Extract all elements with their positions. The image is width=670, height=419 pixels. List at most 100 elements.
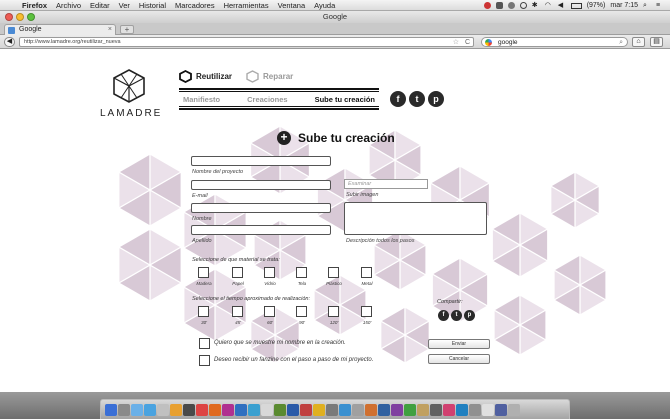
dock-app-icon[interactable] (209, 403, 221, 416)
reload-icon[interactable]: C (465, 38, 470, 47)
dock-app-icon[interactable] (417, 403, 429, 416)
surname-field[interactable] (191, 225, 331, 235)
back-button[interactable]: ◀ (4, 37, 15, 47)
list-icon[interactable]: ≡ (656, 2, 664, 9)
dock-app-icon[interactable] (157, 403, 169, 416)
twitter-icon[interactable]: t (409, 91, 425, 107)
time-checkbox-45[interactable] (232, 306, 243, 317)
mode-reparar[interactable]: Reparar (246, 70, 293, 83)
close-tab-icon[interactable]: × (108, 25, 112, 35)
material-checkbox-papel[interactable] (232, 267, 243, 278)
dock-app-icon[interactable] (443, 403, 455, 416)
menu-marcadores[interactable]: Marcadores (175, 1, 215, 10)
menu-archivo[interactable]: Archivo (56, 1, 81, 10)
nav-sube-tu-creacion[interactable]: Sube tu creación (315, 95, 375, 104)
dock-app-icon[interactable] (261, 403, 273, 416)
bluetooth-icon[interactable]: ✱ (532, 2, 540, 9)
project-name-field[interactable] (191, 156, 331, 166)
lamadre-logo[interactable]: LAMADRE (100, 68, 160, 119)
menu-editar[interactable]: Editar (90, 1, 110, 10)
nav-creaciones[interactable]: Creaciones (247, 95, 287, 104)
dock-app-icon[interactable] (248, 403, 260, 416)
show-name-checkbox[interactable] (199, 338, 210, 349)
dock-app-icon[interactable] (118, 403, 130, 416)
dock-app-icon[interactable] (482, 403, 494, 416)
material-checkbox-madera[interactable] (198, 267, 209, 278)
dock-app-icon[interactable] (287, 403, 299, 416)
status-app-icon[interactable] (495, 2, 503, 9)
menu-clock[interactable]: mar 7:15 (610, 2, 638, 9)
minimize-window-icon[interactable] (16, 13, 24, 21)
time-checkbox-120[interactable] (328, 306, 339, 317)
dock-app-icon[interactable] (235, 403, 247, 416)
menu-herramientas[interactable]: Herramientas (224, 1, 269, 10)
menu-ventana[interactable]: Ventana (278, 1, 306, 10)
mode-reutilizar[interactable]: Reutilizar (179, 70, 232, 83)
share-pinterest-icon[interactable]: p (464, 310, 475, 321)
dock-app-icon[interactable] (352, 403, 364, 416)
dock-app-icon[interactable] (326, 403, 338, 416)
dock-app-icon[interactable] (183, 403, 195, 416)
volume-icon[interactable]: ◀ (558, 2, 566, 9)
dock-app-icon[interactable] (274, 403, 286, 416)
examinar-input[interactable]: Examinar (344, 179, 428, 189)
dock-app-icon[interactable] (456, 403, 468, 416)
dock-app-icon[interactable] (378, 403, 390, 416)
search-icon[interactable]: ⌕ (619, 38, 623, 47)
dock-app-icon[interactable] (365, 403, 377, 416)
nav-manifiesto[interactable]: Manifiesto (183, 95, 220, 104)
status-app-icon[interactable] (507, 2, 515, 9)
time-checkbox-150[interactable] (361, 306, 372, 317)
dock-app-icon[interactable] (339, 403, 351, 416)
dock-app-icon[interactable] (391, 403, 403, 416)
facebook-icon[interactable]: f (390, 91, 406, 107)
dock-app-icon[interactable] (430, 403, 442, 416)
menu-app-firefox[interactable]: Firefox (22, 1, 47, 10)
send-button[interactable]: Enviar (428, 339, 490, 349)
share-facebook-icon[interactable]: f (438, 310, 449, 321)
dock-app-icon[interactable] (131, 403, 143, 416)
clock-icon[interactable] (519, 2, 527, 9)
dock-app-icon[interactable] (313, 403, 325, 416)
bookmarks-menu-button[interactable]: ▤ (650, 37, 663, 47)
email-field[interactable] (191, 180, 331, 190)
dock-app-icon[interactable] (170, 403, 182, 416)
material-checkbox-vidrio[interactable] (264, 267, 275, 278)
new-tab-button[interactable]: + (120, 25, 134, 34)
dock-app-icon[interactable] (222, 403, 234, 416)
bookmark-star-icon[interactable]: ☆ (453, 38, 459, 47)
wifi-icon[interactable]: ◠ (545, 2, 553, 9)
name-field[interactable] (191, 203, 331, 213)
fanzine-checkbox[interactable] (199, 355, 210, 366)
menu-historial[interactable]: Historial (139, 1, 166, 10)
share-twitter-icon[interactable]: t (451, 310, 462, 321)
url-bar[interactable]: http://www.lamadre.org/reutilizar_nueva … (19, 37, 474, 47)
home-button[interactable]: ⌂ (632, 37, 645, 47)
dock-app-icon[interactable] (105, 403, 117, 416)
spotlight-search-icon[interactable]: ⌕ (643, 2, 651, 9)
material-checkbox-plastico[interactable] (328, 267, 339, 278)
time-checkbox-90[interactable] (296, 306, 307, 317)
pinterest-icon[interactable]: p (428, 91, 444, 107)
dock-app-icon[interactable] (469, 403, 481, 416)
close-window-icon[interactable] (5, 13, 13, 21)
dock-app-icon[interactable] (196, 403, 208, 416)
menu-ver[interactable]: Ver (119, 1, 130, 10)
menu-ayuda[interactable]: Ayuda (314, 1, 335, 10)
time-checkbox-60[interactable] (264, 306, 275, 317)
tab-google[interactable]: Google × (4, 24, 116, 35)
battery-icon[interactable] (570, 2, 582, 9)
zoom-window-icon[interactable] (27, 13, 35, 21)
material-checkbox-metal[interactable] (361, 267, 372, 278)
description-textarea[interactable] (344, 202, 487, 235)
material-checkbox-tela[interactable] (296, 267, 307, 278)
cancel-button[interactable]: Cancelar (428, 354, 490, 364)
status-app-icon[interactable] (483, 2, 491, 9)
dock-app-icon[interactable] (300, 403, 312, 416)
dock-app-icon[interactable] (404, 403, 416, 416)
time-checkbox-30[interactable] (198, 306, 209, 317)
dock-app-icon[interactable] (144, 403, 156, 416)
dock-app-icon[interactable] (508, 403, 520, 416)
dock-app-icon[interactable] (495, 403, 507, 416)
search-input[interactable]: google ⌕ (481, 37, 628, 47)
